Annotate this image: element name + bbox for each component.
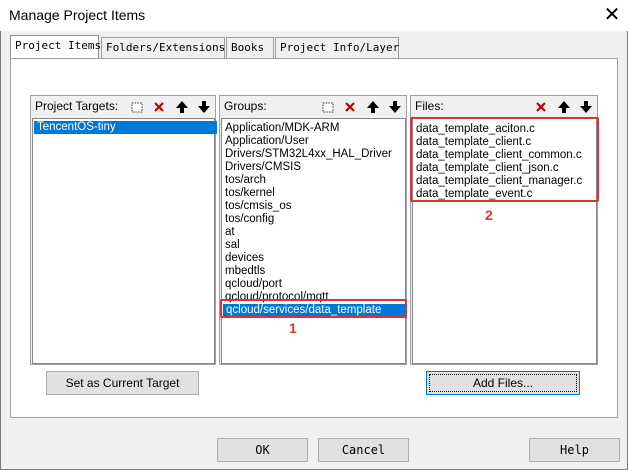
new-item-icon xyxy=(131,102,142,112)
set-current-target-button[interactable]: Set as Current Target xyxy=(46,371,199,395)
set-current-target-label: Set as Current Target xyxy=(65,376,180,390)
group-item[interactable]: mbedtls xyxy=(225,265,265,278)
group-item[interactable]: Application/User xyxy=(225,135,309,148)
cancel-button[interactable]: Cancel xyxy=(318,438,409,462)
files-highlight-box xyxy=(410,117,599,202)
group-item[interactable]: at xyxy=(225,226,235,239)
move-group-up-button[interactable] xyxy=(363,97,382,116)
group-item[interactable]: tos/config xyxy=(225,213,274,226)
tab-project-info-layer[interactable]: Project Info/Layer xyxy=(275,37,399,58)
move-target-down-button[interactable] xyxy=(194,97,213,116)
move-file-up-button[interactable] xyxy=(554,97,573,116)
group-item[interactable]: sal xyxy=(225,239,240,252)
add-files-button[interactable]: Add Files... xyxy=(426,371,580,395)
move-up-icon xyxy=(366,100,379,113)
delete-icon xyxy=(344,101,355,112)
project-targets-header: Project Targets: xyxy=(31,96,215,117)
group-item[interactable]: qcloud/port xyxy=(225,278,282,291)
tab-strip: Project Items Folders/Extensions Books P… xyxy=(10,35,410,59)
project-targets-group: Project Targets: TencentOS-tiny xyxy=(30,95,217,365)
files-label: Files: xyxy=(415,99,444,113)
move-file-down-button[interactable] xyxy=(576,97,595,116)
help-button[interactable]: Help xyxy=(529,438,620,462)
tab-project-items[interactable]: Project Items xyxy=(10,35,101,59)
groups-group: Groups: Application/MDK-ARM Application/… xyxy=(219,95,407,365)
delete-icon xyxy=(153,101,164,112)
group-item[interactable]: devices xyxy=(225,252,264,265)
ok-button[interactable]: OK xyxy=(217,438,308,462)
delete-file-button[interactable] xyxy=(531,97,550,116)
tab-books[interactable]: Books xyxy=(226,37,274,58)
delete-group-button[interactable] xyxy=(340,97,359,116)
files-header: Files: xyxy=(411,96,597,117)
close-icon[interactable]: ✕ xyxy=(598,2,626,28)
new-target-button[interactable] xyxy=(127,97,146,116)
delete-icon xyxy=(535,101,546,112)
groups-list[interactable]: Application/MDK-ARM Application/User Dri… xyxy=(221,118,406,364)
tab-folders-extensions[interactable]: Folders/Extensions xyxy=(101,37,225,58)
project-targets-list[interactable]: TencentOS-tiny xyxy=(32,118,217,364)
move-down-icon xyxy=(388,100,401,113)
groups-header: Groups: xyxy=(220,96,406,117)
move-down-icon xyxy=(197,100,210,113)
title-bar: Manage Project Items ✕ xyxy=(0,0,628,31)
new-item-icon xyxy=(322,102,333,112)
group-item[interactable]: tos/cmsis_os xyxy=(225,200,291,213)
group-item[interactable]: tos/kernel xyxy=(225,187,275,200)
move-up-icon xyxy=(175,100,188,113)
window-title: Manage Project Items xyxy=(9,7,146,23)
target-item-tencentos-tiny[interactable]: TencentOS-tiny xyxy=(34,121,217,134)
groups-highlight-box xyxy=(220,299,407,318)
new-group-button[interactable] xyxy=(318,97,337,116)
groups-label: Groups: xyxy=(224,99,267,113)
move-group-down-button[interactable] xyxy=(385,97,404,116)
group-item[interactable]: Application/MDK-ARM xyxy=(225,122,339,135)
add-files-label: Add Files... xyxy=(472,376,534,390)
move-target-up-button[interactable] xyxy=(172,97,191,116)
files-marker: 2 xyxy=(485,207,493,223)
move-up-icon xyxy=(557,100,570,113)
move-down-icon xyxy=(579,100,592,113)
group-item[interactable]: tos/arch xyxy=(225,174,266,187)
project-targets-label: Project Targets: xyxy=(35,99,119,113)
group-item[interactable]: Drivers/STM32L4xx_HAL_Driver xyxy=(225,148,392,161)
groups-marker: 1 xyxy=(289,320,297,336)
delete-target-button[interactable] xyxy=(149,97,168,116)
group-item[interactable]: Drivers/CMSIS xyxy=(225,161,301,174)
